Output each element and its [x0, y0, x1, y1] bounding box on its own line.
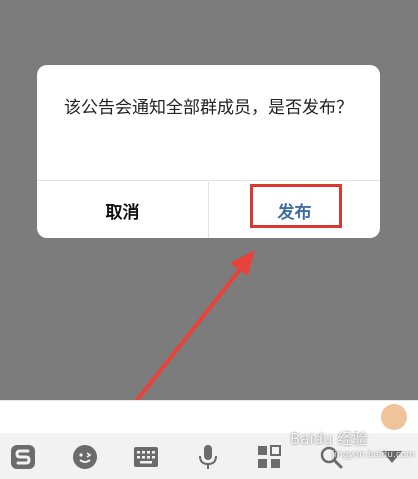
collapse-triangle-icon[interactable]	[379, 444, 405, 470]
keyboard-icon[interactable]	[133, 444, 159, 470]
publish-button[interactable]: 发布	[209, 182, 380, 238]
sticker-icon[interactable]	[381, 404, 407, 430]
grid-apps-icon[interactable]	[256, 444, 282, 470]
confirm-dialog: 该公告会通知全部群成员，是否发布？ 取消 发布	[37, 65, 380, 238]
message-input-strip[interactable]	[0, 400, 418, 434]
emoji-icon[interactable]	[72, 444, 98, 470]
cancel-button[interactable]: 取消	[37, 182, 209, 238]
sogou-logo-icon[interactable]	[10, 444, 36, 470]
dialog-message: 该公告会通知全部群成员，是否发布？	[37, 65, 380, 181]
microphone-icon[interactable]	[195, 444, 221, 470]
search-icon[interactable]	[318, 444, 344, 470]
